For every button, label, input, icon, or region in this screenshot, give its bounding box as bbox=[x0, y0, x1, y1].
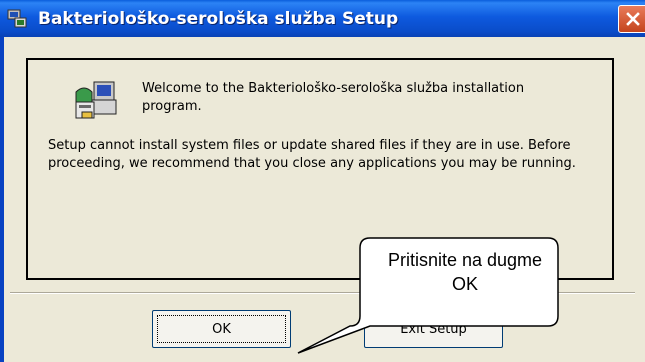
exit-setup-button-label: Exit Setup bbox=[400, 321, 467, 337]
close-icon bbox=[626, 12, 640, 26]
title-bar[interactable]: Bakteriološko-serološka služba Setup bbox=[0, 0, 645, 37]
computer-setup-icon bbox=[75, 81, 117, 119]
setup-warning-text: Setup cannot install system files or upd… bbox=[48, 138, 576, 171]
window-frame bbox=[0, 37, 4, 362]
welcome-panel: Welcome to the Bakteriološko-serološka s… bbox=[26, 58, 614, 280]
welcome-text: Welcome to the Bakteriološko-serološka s… bbox=[142, 81, 525, 114]
close-button[interactable] bbox=[618, 5, 645, 33]
callout-text: Pritisnite na dugme OK bbox=[387, 250, 543, 294]
window-title: Bakteriološko-serološka služba Setup bbox=[38, 9, 399, 29]
setup-app-icon bbox=[7, 9, 27, 28]
ok-button[interactable]: OK bbox=[152, 310, 291, 348]
exit-setup-button[interactable]: Exit Setup bbox=[364, 310, 503, 348]
focus-rectangle bbox=[157, 315, 286, 343]
setup-window: Bakteriološko-serološka služba Setup Wel… bbox=[0, 0, 645, 362]
